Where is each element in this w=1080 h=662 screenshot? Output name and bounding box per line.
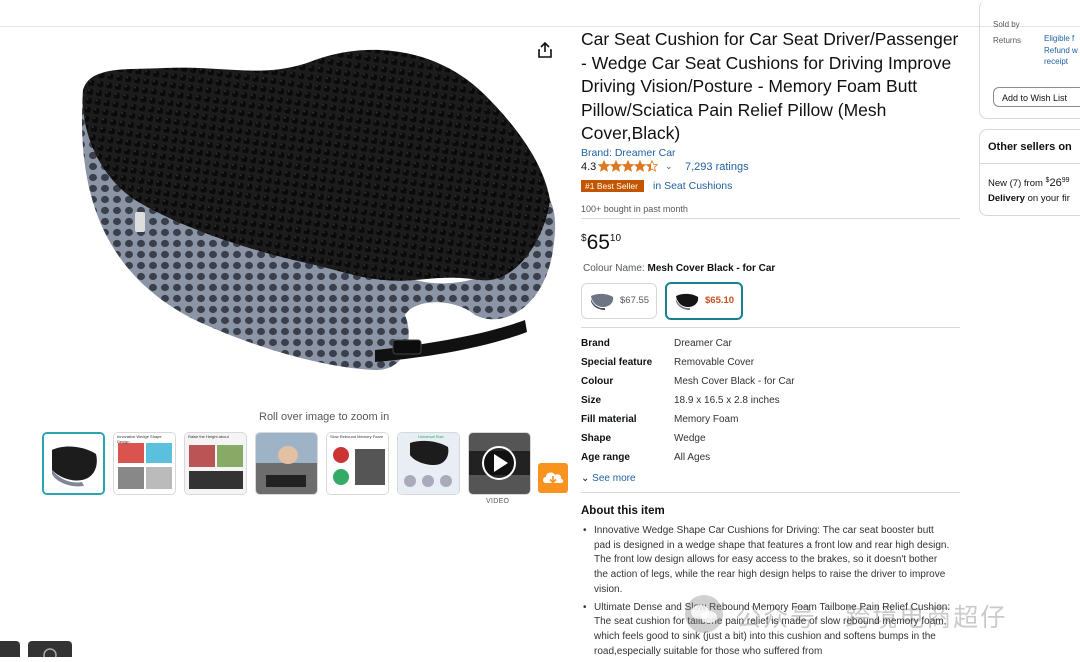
thumb-caption: Raise the Height about (188, 434, 229, 439)
about-heading: About this item (581, 505, 665, 517)
thumb-raise-height[interactable]: Raise the Height about (184, 432, 247, 495)
section-divider (581, 492, 960, 493)
ratings-count-link[interactable]: 7,293 ratings (685, 161, 749, 173)
spec-row: Fill material Memory Foam (581, 414, 881, 428)
wechat-logo-icon (685, 595, 723, 633)
thumb-cushion-black[interactable] (42, 432, 105, 495)
see-more-link[interactable]: ⌄ See more (581, 473, 636, 484)
spec-row: Brand Dreamer Car (581, 338, 881, 352)
colour-name: Colour Name: Mesh Cover Black - for Car (583, 263, 775, 274)
spec-row: Size 18.9 x 16.5 x 2.8 inches (581, 395, 881, 409)
spec-key: Fill material (581, 414, 637, 425)
rating-value: 4.3 (581, 161, 597, 173)
other-sellers-heading: Other sellers on (988, 141, 1072, 153)
video-label: VIDEO (486, 498, 510, 505)
list-item: Innovative Wedge Shape Car Cushions for … (581, 524, 953, 598)
top-divider (0, 26, 1080, 27)
about-bullets: Innovative Wedge Shape Car Cushions for … (581, 524, 953, 662)
new-offers-link[interactable]: New (7) from $2699 (988, 177, 1070, 189)
spec-row: Colour Mesh Cover Black - for Car (581, 376, 881, 390)
spec-key: Brand (581, 338, 610, 349)
price-whole: 65 (586, 231, 610, 254)
delivery-label: Delivery (988, 193, 1025, 204)
spec-key: Size (581, 395, 602, 406)
section-divider (581, 218, 960, 219)
new-from-label: New (7) from (988, 178, 1043, 189)
taskbar-tab[interactable] (0, 641, 20, 657)
returns-policy-link[interactable]: Eligible f Refund w receipt (1044, 33, 1078, 68)
spec-value: Memory Foam (674, 414, 739, 425)
thumb-caption: Innovative Wedge Shape Design (117, 434, 162, 444)
taskbar-tab[interactable] (28, 641, 72, 662)
see-more-label: See more (592, 473, 636, 484)
price-fraction: 10 (609, 233, 622, 244)
sold-by-label: Sold by (993, 20, 1020, 29)
returns-line: Eligible f (1044, 34, 1075, 43)
thumb-video[interactable] (468, 432, 531, 495)
spec-row: Age range All Ages (581, 452, 881, 466)
chevron-down-icon: ⌄ (581, 473, 590, 484)
best-seller-badge[interactable]: #1 Best Seller (581, 180, 644, 192)
price-symbol: $ (581, 233, 587, 244)
new-price-whole: 26 (1049, 177, 1062, 189)
section-divider (980, 163, 1080, 164)
returns-line: receipt (1044, 57, 1069, 66)
main-product-image[interactable] (75, 40, 570, 390)
spec-value: 18.9 x 16.5 x 2.8 inches (674, 395, 780, 406)
brand-link[interactable]: Brand: Dreamer Car (581, 147, 676, 159)
spec-value: Wedge (674, 433, 706, 444)
swatch-option-selected[interactable]: $65.10 (665, 282, 743, 320)
watermark-text: 公众号 · 跨境电商超仔 (736, 604, 1008, 632)
thumb-wedge-design[interactable]: Innovative Wedge Shape Design (113, 432, 176, 495)
new-price-fraction: 99 (1061, 177, 1070, 184)
thumb-universal-size[interactable]: Universal Size (397, 432, 460, 495)
add-to-wish-list-button[interactable]: Add to Wish List (993, 87, 1080, 107)
colour-value: Mesh Cover Black - for Car (647, 263, 776, 274)
spec-key: Special feature (581, 357, 653, 368)
returns-label: Returns (993, 36, 1022, 45)
swatch-price: $65.10 (705, 295, 735, 306)
chevron-down-icon[interactable]: ⌄ (665, 161, 673, 172)
spec-row: Special feature Removable Cover (581, 357, 881, 371)
spec-value: Removable Cover (674, 357, 755, 368)
section-divider (581, 327, 960, 328)
thumb-driving-scene[interactable] (255, 432, 318, 495)
spec-key: Colour (581, 376, 614, 387)
share-icon[interactable] (536, 41, 554, 59)
star-rating-icon[interactable] (598, 160, 660, 176)
spec-value: Mesh Cover Black - for Car (674, 376, 795, 387)
spec-key: Age range (581, 452, 630, 463)
zoom-hint: Roll over image to zoom in (259, 411, 390, 423)
thumb-slow-rebound[interactable]: Slow Rebound Memory Foam (326, 432, 389, 495)
colour-label: Colour Name: (583, 263, 645, 274)
delivery-text: on your fir (1027, 193, 1070, 204)
delivery-info: Delivery on your fir (988, 193, 1070, 204)
spec-key: Shape (581, 433, 612, 444)
best-seller-category-link[interactable]: in Seat Cushions (653, 180, 732, 192)
bought-count: 100+ bought in past month (581, 204, 688, 214)
price: $6510 (581, 231, 621, 255)
product-title: Car Seat Cushion for Car Seat Driver/Pas… (581, 29, 959, 143)
thumb-caption: Slow Rebound Memory Foam (330, 434, 383, 439)
spec-value: All Ages (674, 452, 711, 463)
spec-value: Dreamer Car (674, 338, 732, 349)
spec-row: Shape Wedge (581, 433, 881, 447)
watermark: 公众号 · 跨境电商超仔 (684, 594, 1005, 639)
swatch-price: $67.55 (620, 295, 650, 306)
returns-line: Refund w (1044, 45, 1078, 55)
thumb-caption: Universal Size (418, 434, 444, 439)
swatch-option[interactable]: $67.55 (581, 283, 657, 319)
download-cloud-icon[interactable] (538, 463, 568, 493)
